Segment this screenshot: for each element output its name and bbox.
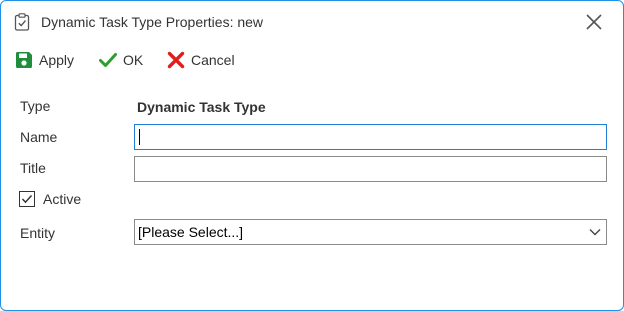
title-field[interactable] — [134, 156, 607, 182]
active-label[interactable]: Active — [43, 191, 81, 207]
ok-label: OK — [123, 52, 144, 68]
entity-selected-value: [Please Select...] — [138, 224, 244, 240]
chevron-down-icon — [589, 229, 601, 236]
dialog-window: Dynamic Task Type Properties: new Apply … — [0, 0, 624, 311]
cancel-label: Cancel — [191, 52, 235, 68]
close-icon[interactable] — [585, 13, 603, 31]
type-label: Type — [20, 98, 51, 114]
name-label: Name — [20, 129, 58, 145]
entity-select[interactable]: [Please Select...] — [134, 219, 607, 245]
x-cross-icon — [167, 51, 185, 69]
cancel-button[interactable]: Cancel — [167, 48, 235, 72]
checkbox-check-icon — [21, 194, 33, 204]
name-field[interactable] — [134, 124, 607, 150]
floppy-disk-icon — [16, 52, 32, 68]
title-bar: Dynamic Task Type Properties: new — [1, 1, 623, 43]
checkmark-icon — [99, 53, 117, 67]
active-checkbox[interactable] — [19, 191, 35, 207]
dialog-title: Dynamic Task Type Properties: new — [41, 14, 264, 30]
ok-button[interactable]: OK — [99, 48, 143, 72]
type-value: Dynamic Task Type — [137, 99, 266, 115]
clipboard-check-icon — [14, 13, 30, 31]
apply-button[interactable]: Apply — [15, 48, 74, 72]
toolbar: Apply OK Cancel — [1, 45, 623, 75]
title-label: Title — [20, 160, 46, 176]
apply-label: Apply — [39, 52, 75, 68]
text-caret — [139, 129, 140, 145]
entity-label: Entity — [20, 225, 56, 241]
